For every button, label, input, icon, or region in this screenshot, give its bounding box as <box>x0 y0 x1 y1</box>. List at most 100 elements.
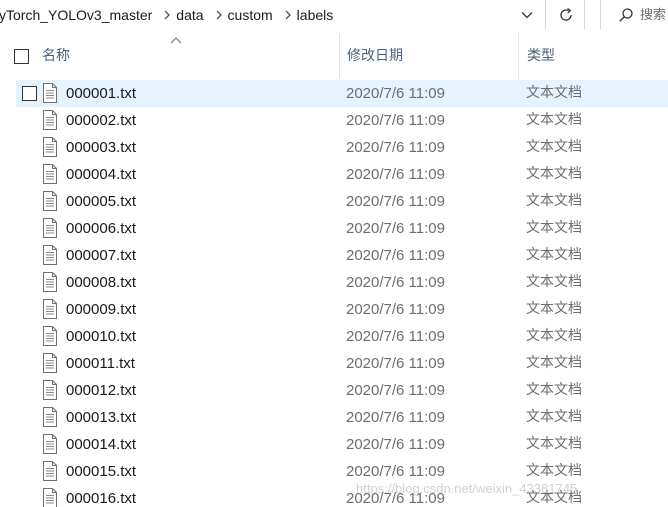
file-modified-date: 2020/7/6 11:09 <box>346 166 445 183</box>
file-row[interactable]: 000004.txt 2020/7/6 11:09 文本文档 <box>0 161 668 188</box>
file-row[interactable]: 000005.txt 2020/7/6 11:09 文本文档 <box>0 188 668 215</box>
file-row[interactable]: 000015.txt 2020/7/6 11:09 文本文档 <box>0 458 668 485</box>
file-modified-date: 2020/7/6 11:09 <box>346 112 445 129</box>
text-file-icon <box>43 380 57 400</box>
chevron-right-icon[interactable] <box>158 0 176 30</box>
text-file-icon <box>43 434 57 454</box>
file-modified-date: 2020/7/6 11:09 <box>346 139 445 156</box>
search-box[interactable] <box>600 0 668 30</box>
file-type: 文本文档 <box>526 220 582 236</box>
search-input[interactable] <box>640 0 668 30</box>
file-type: 文本文档 <box>526 274 582 290</box>
file-row[interactable]: 000012.txt 2020/7/6 11:09 文本文档 <box>0 377 668 404</box>
text-file-icon <box>43 110 57 130</box>
file-row[interactable]: 000016.txt 2020/7/6 11:09 文本文档 <box>0 485 668 507</box>
file-modified-date: 2020/7/6 11:09 <box>346 436 445 453</box>
file-row[interactable]: 000010.txt 2020/7/6 11:09 文本文档 <box>0 323 668 350</box>
file-type: 文本文档 <box>526 436 582 452</box>
column-header: 名称 修改日期 类型 <box>0 34 668 78</box>
file-row[interactable]: 000009.txt 2020/7/6 11:09 文本文档 <box>0 296 668 323</box>
file-modified-date: 2020/7/6 11:09 <box>346 463 445 480</box>
file-type: 文本文档 <box>526 247 582 263</box>
file-modified-date: 2020/7/6 11:09 <box>346 382 445 399</box>
file-row[interactable]: 000001.txt 2020/7/6 11:09 文本文档 <box>0 80 668 107</box>
text-file-icon <box>43 191 57 211</box>
text-file-icon <box>43 245 57 265</box>
address-bar-row: yTorch_YOLOv3_master data custom labels <box>0 0 668 32</box>
address-history-dropdown[interactable] <box>509 0 545 30</box>
file-type: 文本文档 <box>526 301 582 317</box>
breadcrumb-item-data[interactable]: data <box>176 0 209 30</box>
file-name: 000004.txt <box>66 166 137 183</box>
file-name: 000009.txt <box>66 301 137 318</box>
file-type: 文本文档 <box>526 355 582 371</box>
search-icon <box>611 0 640 30</box>
text-file-icon <box>43 326 57 346</box>
file-name: 000003.txt <box>66 139 137 156</box>
text-file-icon <box>43 164 57 184</box>
file-row[interactable]: 000002.txt 2020/7/6 11:09 文本文档 <box>0 107 668 134</box>
text-file-icon <box>43 137 57 157</box>
file-modified-date: 2020/7/6 11:09 <box>346 85 445 102</box>
file-row[interactable]: 000008.txt 2020/7/6 11:09 文本文档 <box>0 269 668 296</box>
file-type: 文本文档 <box>526 112 582 128</box>
column-header-type[interactable]: 类型 <box>518 34 668 78</box>
file-list: 000001.txt 2020/7/6 11:09 文本文档 000002.tx… <box>0 80 668 507</box>
select-all-checkbox[interactable] <box>14 49 29 64</box>
file-row[interactable]: 000006.txt 2020/7/6 11:09 文本文档 <box>0 215 668 242</box>
chevron-down-icon <box>521 12 533 19</box>
file-name: 000012.txt <box>66 382 137 399</box>
file-type: 文本文档 <box>526 139 582 155</box>
file-row[interactable]: 000013.txt 2020/7/6 11:09 文本文档 <box>0 404 668 431</box>
file-type: 文本文档 <box>526 490 582 506</box>
refresh-icon <box>559 7 572 21</box>
file-modified-date: 2020/7/6 11:09 <box>346 490 445 507</box>
file-modified-date: 2020/7/6 11:09 <box>346 328 445 345</box>
text-file-icon <box>43 488 57 507</box>
breadcrumb-item-custom[interactable]: custom <box>228 0 279 30</box>
file-explorer-window: yTorch_YOLOv3_master data custom labels <box>0 0 668 507</box>
file-name: 000001.txt <box>66 85 137 102</box>
file-type: 文本文档 <box>526 328 582 344</box>
file-name: 000006.txt <box>66 220 137 237</box>
file-type: 文本文档 <box>526 463 582 479</box>
file-modified-date: 2020/7/6 11:09 <box>346 247 445 264</box>
file-modified-date: 2020/7/6 11:09 <box>346 301 445 318</box>
file-modified-date: 2020/7/6 11:09 <box>346 193 445 210</box>
file-row[interactable]: 000003.txt 2020/7/6 11:09 文本文档 <box>0 134 668 161</box>
file-type: 文本文档 <box>526 409 582 425</box>
file-modified-date: 2020/7/6 11:09 <box>346 355 445 372</box>
column-header-name[interactable]: 名称 <box>42 34 338 78</box>
chevron-right-icon[interactable] <box>210 0 228 30</box>
breadcrumb-item-labels[interactable]: labels <box>297 0 340 30</box>
file-name: 000005.txt <box>66 193 137 210</box>
file-name: 000016.txt <box>66 490 137 507</box>
file-type: 文本文档 <box>526 193 582 209</box>
file-type: 文本文档 <box>526 166 582 182</box>
file-name: 000011.txt <box>66 355 135 372</box>
text-file-icon <box>43 272 57 292</box>
file-row[interactable]: 000014.txt 2020/7/6 11:09 文本文档 <box>0 431 668 458</box>
text-file-icon <box>43 299 57 319</box>
file-name: 000002.txt <box>66 112 137 129</box>
chevron-right-icon[interactable] <box>279 0 297 30</box>
text-file-icon <box>43 83 57 103</box>
column-header-date[interactable]: 修改日期 <box>339 34 518 78</box>
file-type: 文本文档 <box>526 382 582 398</box>
file-row[interactable]: 000007.txt 2020/7/6 11:09 文本文档 <box>0 242 668 269</box>
file-type: 文本文档 <box>526 85 582 101</box>
row-checkbox[interactable] <box>22 86 37 101</box>
file-modified-date: 2020/7/6 11:09 <box>346 274 445 291</box>
breadcrumb: yTorch_YOLOv3_master data custom labels <box>0 0 339 30</box>
file-name: 000013.txt <box>66 409 137 426</box>
address-bar[interactable]: yTorch_YOLOv3_master data custom labels <box>0 0 546 30</box>
file-name: 000015.txt <box>66 463 137 480</box>
file-modified-date: 2020/7/6 11:09 <box>346 220 445 237</box>
text-file-icon <box>43 461 57 481</box>
text-file-icon <box>43 407 57 427</box>
breadcrumb-item-project[interactable]: yTorch_YOLOv3_master <box>0 0 158 30</box>
file-name: 000014.txt <box>66 436 137 453</box>
refresh-button[interactable] <box>547 0 585 30</box>
file-modified-date: 2020/7/6 11:09 <box>346 409 445 426</box>
file-row[interactable]: 000011.txt 2020/7/6 11:09 文本文档 <box>0 350 668 377</box>
